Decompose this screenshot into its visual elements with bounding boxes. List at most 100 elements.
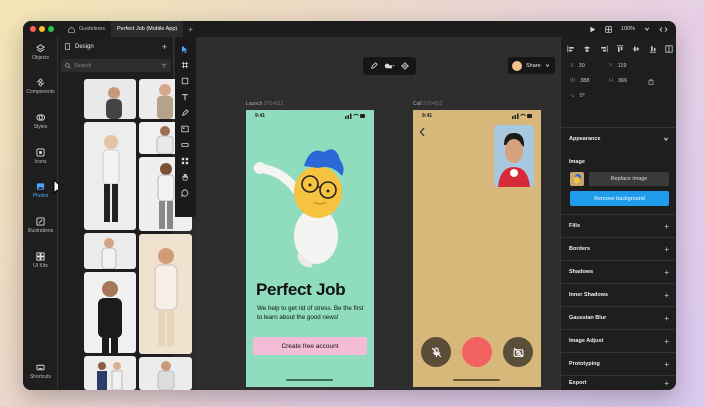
launch-frame[interactable]: 9:41 Perfect Job We help to get rid of s… — [246, 110, 374, 387]
share-button[interactable]: Share — [508, 57, 555, 74]
replace-image-button[interactable]: Replace image — [589, 172, 669, 186]
rotation-value: 0° — [579, 93, 585, 99]
play-icon[interactable] — [589, 26, 596, 33]
home-icon — [68, 26, 75, 33]
comment-tool[interactable] — [179, 187, 191, 199]
add-inner-shadow-plus-icon[interactable]: + — [664, 291, 669, 300]
rectangle-tool[interactable] — [179, 75, 191, 87]
caller-video-thumbnail[interactable] — [494, 125, 534, 187]
symbol-icon[interactable] — [401, 62, 409, 70]
close-window-button[interactable] — [30, 26, 36, 32]
move-tool[interactable] — [179, 43, 191, 55]
distribute-icon[interactable] — [665, 45, 673, 53]
text-tool[interactable] — [179, 91, 191, 103]
align-middle-icon[interactable] — [632, 45, 640, 53]
rail-label-ui-kits: UI Kits — [33, 263, 48, 269]
rail-item-icons[interactable]: Icons — [23, 148, 58, 165]
maximize-window-button[interactable] — [48, 26, 54, 32]
photo-thumbnail[interactable] — [84, 356, 136, 390]
filter-icon[interactable] — [161, 63, 167, 69]
new-tab-plus-icon[interactable]: + — [188, 25, 193, 34]
shadows-section[interactable]: Shadows + — [561, 260, 676, 283]
shadows-label: Shadows — [569, 269, 594, 275]
end-call-button[interactable] — [462, 337, 492, 367]
component-tool[interactable] — [179, 139, 191, 151]
remove-background-button[interactable]: Remove background — [570, 191, 669, 206]
export-section[interactable]: Export + — [561, 375, 676, 390]
rail-item-objects[interactable]: Objects — [23, 44, 58, 61]
add-prototype-plus-icon[interactable]: + — [664, 360, 669, 369]
align-center-icon[interactable] — [583, 45, 591, 53]
inner-shadows-section[interactable]: Inner Shadows + — [561, 283, 676, 306]
rail-item-shortcuts[interactable]: Shortcuts — [23, 363, 58, 380]
photo-thumbnail[interactable] — [139, 234, 192, 354]
grid-tool[interactable] — [179, 155, 191, 167]
pen-icon[interactable] — [370, 62, 378, 70]
mute-button[interactable] — [421, 337, 451, 367]
prototyping-section[interactable]: Prototyping + — [561, 352, 676, 375]
comment-icon — [181, 189, 189, 197]
create-account-button[interactable]: Create free account — [253, 337, 367, 355]
y-value: 119 — [617, 63, 627, 69]
fills-section[interactable]: Fills + — [561, 214, 676, 237]
code-icon[interactable] — [659, 26, 668, 33]
tab-home[interactable]: Guidelines — [62, 21, 111, 37]
canvas[interactable]: Share Launch 375×812 Call 375×812 9:41 P… — [196, 37, 560, 390]
grid-view-icon[interactable] — [605, 25, 612, 33]
zoom-level[interactable]: 100% — [621, 26, 635, 32]
title-bar: Guidelines Perfect Job (Mobile App) + 10… — [23, 21, 676, 37]
image-preview[interactable] — [570, 172, 584, 186]
app-window: Guidelines Perfect Job (Mobile App) + 10… — [23, 21, 676, 390]
rail-item-illustrations[interactable]: Illustrations — [23, 217, 58, 234]
gaussian-blur-section[interactable]: Gaussian Blur + — [561, 306, 676, 329]
align-right-icon[interactable] — [600, 45, 608, 53]
photo-thumbnail[interactable] — [139, 357, 192, 390]
photo-thumbnail[interactable] — [84, 272, 136, 353]
rail-item-ui-kits[interactable]: UI Kits — [23, 252, 58, 269]
minimize-window-button[interactable] — [39, 26, 45, 32]
pen-tool[interactable] — [179, 107, 191, 119]
styles-icon — [36, 114, 45, 121]
image-adjust-section[interactable]: Image Adjust + — [561, 329, 676, 352]
add-adjust-plus-icon[interactable]: + — [664, 337, 669, 346]
frame-tool[interactable] — [179, 59, 191, 71]
rail-item-components[interactable]: Components — [23, 78, 58, 95]
photo-thumbnail[interactable] — [84, 122, 136, 230]
tab-perfect-job[interactable]: Perfect Job (Mobile App) — [111, 21, 184, 37]
w-field[interactable]: W 388 — [570, 78, 589, 84]
add-export-plus-icon[interactable]: + — [664, 379, 669, 388]
photo-thumbnail[interactable] — [84, 79, 136, 119]
hand-tool[interactable] — [179, 171, 191, 183]
add-plus-icon[interactable]: + — [162, 42, 167, 52]
lock-ratio-icon[interactable] — [648, 78, 654, 85]
borders-section[interactable]: Borders + — [561, 237, 676, 260]
add-fill-plus-icon[interactable]: + — [664, 222, 669, 231]
camera-off-button[interactable] — [503, 337, 533, 367]
add-border-plus-icon[interactable]: + — [664, 245, 669, 254]
align-top-icon[interactable] — [616, 45, 624, 53]
rotation-field[interactable]: ↘ 0° — [570, 93, 585, 99]
photo-thumbnail[interactable] — [84, 233, 136, 269]
borders-label: Borders — [569, 246, 591, 252]
y-field[interactable]: Y 119 — [609, 63, 626, 69]
chevron-down-icon[interactable] — [644, 26, 650, 32]
h-field[interactable]: H 366 — [609, 78, 627, 84]
call-frame[interactable]: 9:41 — [413, 110, 541, 387]
add-blur-plus-icon[interactable]: + — [664, 314, 669, 323]
image-tool[interactable] — [179, 123, 191, 135]
appearance-section[interactable]: Appearance — [561, 127, 676, 150]
rail-label-icons: Icons — [34, 159, 47, 165]
back-chevron-icon[interactable] — [419, 127, 426, 137]
rail-item-styles[interactable]: Styles — [23, 113, 58, 130]
frame-label-launch[interactable]: Launch 375×812 — [246, 101, 283, 107]
align-bottom-icon[interactable] — [649, 45, 657, 53]
search-field[interactable]: Search — [61, 59, 171, 72]
add-shadow-plus-icon[interactable]: + — [664, 268, 669, 277]
frame-label-call[interactable]: Call 375×812 — [413, 101, 443, 107]
shapes-icon[interactable] — [384, 62, 395, 70]
h-value: 366 — [617, 78, 628, 84]
align-left-icon[interactable] — [567, 45, 575, 53]
x-field[interactable]: X 30 — [570, 63, 585, 69]
search-input[interactable]: Search — [74, 63, 91, 69]
keyboard-icon — [36, 364, 45, 371]
